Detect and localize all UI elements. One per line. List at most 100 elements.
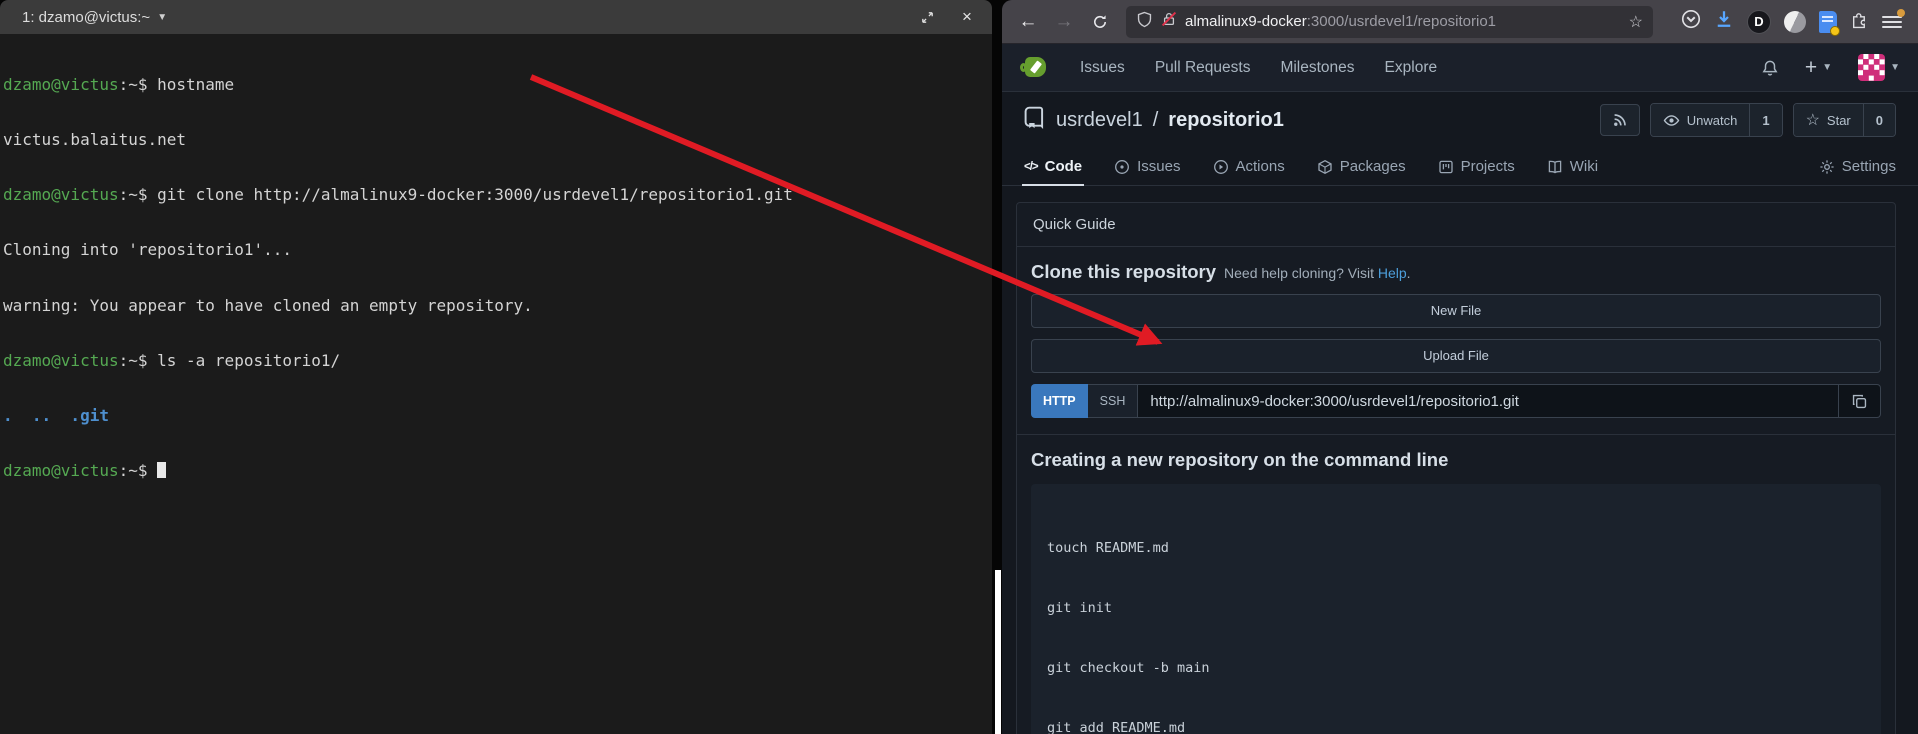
help-link[interactable]: Help [1378,265,1407,281]
code-line: touch README.md [1047,538,1865,558]
clone-heading: Clone this repository [1031,261,1216,283]
terminal-line: . .. .git [3,407,992,425]
close-icon[interactable]: × [958,8,976,26]
terminal-line: warning: You appear to have cloned an em… [3,297,992,315]
play-circle-icon [1213,159,1229,175]
nav-issues[interactable]: Issues [1080,59,1125,77]
restore-window-icon[interactable] [918,8,936,26]
repo-icon [1022,105,1046,135]
nav-explore[interactable]: Explore [1385,59,1438,77]
terminal-title: 1: dzamo@victus:~ ▼ [22,9,167,26]
clone-url-input[interactable]: http://almalinux9-docker:3000/usrdevel1/… [1137,384,1839,418]
user-menu[interactable]: ▼ [1858,54,1900,81]
quick-guide-panel: Quick Guide Clone this repository Need h… [1016,202,1896,734]
create-repo-heading: Creating a new repository on the command… [1031,449,1881,471]
project-board-icon [1438,159,1454,175]
tab-projects[interactable]: Projects [1436,158,1517,185]
copy-icon [1851,393,1868,410]
new-file-button[interactable]: New File [1031,294,1881,328]
copy-url-button[interactable] [1839,384,1881,418]
repo-header: usrdevel1 / repositorio1 Unwatch 1 [1002,92,1918,148]
extension-d-icon[interactable]: D [1747,10,1771,34]
terminal-titlebar[interactable]: 1: dzamo@victus:~ ▼ × [0,0,992,34]
rss-feed-button[interactable] [1600,104,1640,136]
clone-help-text: Need help cloning? Visit Help. [1224,265,1411,281]
http-protocol-button[interactable]: HTTP [1031,384,1088,418]
gitea-page: Issues Pull Requests Milestones Explore … [1002,44,1918,734]
create-new-button[interactable]: +▼ [1805,57,1832,78]
tab-packages[interactable]: Packages [1315,158,1408,185]
extension-document-icon[interactable] [1819,11,1837,33]
back-icon[interactable]: ← [1012,7,1044,37]
issue-icon [1114,159,1130,175]
terminal-title-text: 1: dzamo@victus:~ [22,9,150,26]
upload-file-button[interactable]: Upload File [1031,339,1881,373]
watchers-count[interactable]: 1 [1749,104,1781,136]
star-button[interactable]: ☆ Star [1794,104,1863,136]
tab-settings[interactable]: Settings [1817,158,1898,185]
browser-extensions: D [1681,9,1902,34]
extension-circle-icon[interactable] [1784,11,1806,33]
url-text[interactable]: almalinux9-docker:3000/usrdevel1/reposit… [1185,13,1621,30]
shield-icon[interactable] [1136,11,1153,33]
stars-count[interactable]: 0 [1863,104,1895,136]
nav-milestones[interactable]: Milestones [1280,59,1354,77]
downloads-icon[interactable] [1714,9,1734,34]
repo-name-link[interactable]: repositorio1 [1168,109,1284,132]
browser-window: ← → almalinux9-docker:3000/usrdevel1/rep… [1002,0,1918,734]
code-icon: </> [1024,161,1038,173]
code-line: git checkout -b main [1047,658,1865,678]
repo-tabs: </> Code Issues Actions Packages P [1002,148,1918,186]
bookmark-star-icon[interactable]: ☆ [1629,12,1643,32]
terminal-line: victus.balaitus.net [3,131,992,149]
terminal-window: 1: dzamo@victus:~ ▼ × dzamo@victus:~$ ho… [0,0,992,734]
terminal-line: dzamo@victus:~$ hostname [3,76,992,94]
repo-content: Quick Guide Clone this repository Need h… [1002,186,1918,734]
code-line: git add README.md [1047,718,1865,734]
tab-issues[interactable]: Issues [1112,158,1182,185]
repo-separator: / [1153,109,1159,132]
notifications-bell-icon[interactable] [1761,59,1779,77]
star-button-group: ☆ Star 0 [1793,103,1896,137]
unwatch-button[interactable]: Unwatch [1651,104,1750,136]
extensions-puzzle-icon[interactable] [1850,10,1869,34]
desktop: 1: dzamo@victus:~ ▼ × dzamo@victus:~$ ho… [0,0,1918,734]
quick-guide-title: Quick Guide [1017,203,1895,247]
browser-toolbar: ← → almalinux9-docker:3000/usrdevel1/rep… [1002,0,1918,44]
repo-owner-link[interactable]: usrdevel1 [1056,109,1143,132]
menu-icon[interactable] [1882,12,1902,32]
forward-icon[interactable]: → [1048,7,1080,37]
star-icon: ☆ [1806,110,1820,130]
gitea-logo-icon[interactable] [1020,53,1050,83]
terminal-cursor [157,462,166,478]
ssh-protocol-button[interactable]: SSH [1088,384,1138,418]
watch-button-group: Unwatch 1 [1650,103,1783,137]
terminal-line: Cloning into 'repositorio1'... [3,241,992,259]
clone-url-row: HTTP SSH http://almalinux9-docker:3000/u… [1031,384,1881,418]
terminal-prompt-line: dzamo@victus:~$ [3,462,992,480]
package-icon [1317,159,1333,175]
create-repo-section: Creating a new repository on the command… [1017,435,1895,734]
eye-icon [1663,112,1680,129]
tab-code[interactable]: </> Code [1022,158,1084,186]
tab-wiki[interactable]: Wiki [1545,158,1600,185]
create-repo-code-block[interactable]: touch README.md git init git checkout -b… [1031,484,1881,734]
avatar [1858,54,1885,81]
repo-title: usrdevel1 / repositorio1 [1022,105,1284,135]
window-edge-strip [995,570,1001,734]
chevron-down-icon[interactable]: ▼ [157,12,167,23]
tab-actions[interactable]: Actions [1211,158,1287,185]
terminal-output[interactable]: dzamo@victus:~$ hostname victus.balaitus… [0,34,992,518]
code-line: git init [1047,598,1865,618]
pocket-icon[interactable] [1681,9,1701,34]
terminal-line: dzamo@victus:~$ git clone http://almalin… [3,186,992,204]
insecure-lock-icon[interactable] [1161,11,1177,32]
reload-icon[interactable] [1084,7,1116,37]
clone-section: Clone this repository Need help cloning?… [1017,247,1895,435]
update-badge [1897,9,1905,17]
url-bar[interactable]: almalinux9-docker:3000/usrdevel1/reposit… [1126,6,1653,38]
terminal-line: dzamo@victus:~$ ls -a repositorio1/ [3,352,992,370]
book-icon [1547,159,1563,175]
gear-icon [1819,159,1835,175]
nav-pull-requests[interactable]: Pull Requests [1155,59,1251,77]
